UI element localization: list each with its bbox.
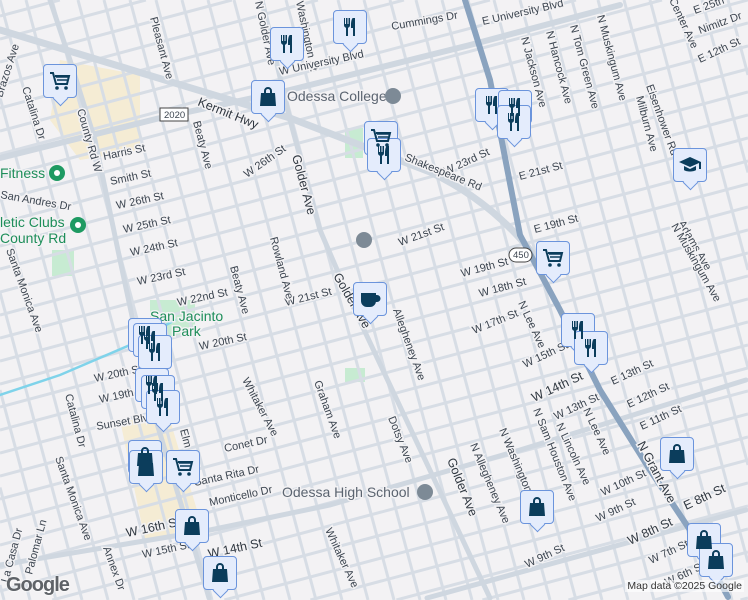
school-marker[interactable] — [673, 148, 707, 182]
shopping-cart-icon — [173, 458, 194, 476]
place-label-athletic-clubs-2: County Rd — [0, 230, 66, 246]
shopping-bag-icon — [708, 550, 724, 569]
street-label: Pleasant Ave — [147, 16, 175, 81]
school-pin-icon[interactable] — [417, 484, 433, 500]
place-label-odessa-high-school: Odessa High School — [282, 484, 410, 500]
shopping-bag-marker[interactable] — [129, 450, 163, 484]
school-pin-icon[interactable] — [356, 232, 372, 248]
school-pin-icon[interactable] — [385, 88, 401, 104]
route-2020-label: 2020 — [164, 110, 185, 121]
restaurant-marker[interactable] — [497, 105, 531, 139]
restaurant-icon — [508, 113, 519, 131]
route-450-label: 450 — [513, 250, 529, 261]
school-icon — [679, 157, 701, 172]
shopping-bag-icon — [529, 497, 545, 516]
shopping-cart-marker[interactable] — [536, 241, 570, 275]
restaurant-marker[interactable] — [367, 138, 401, 172]
shopping-bag-marker[interactable] — [175, 509, 209, 543]
coffee-marker[interactable] — [353, 282, 387, 316]
gym-pin-dot — [75, 222, 81, 228]
restaurant-marker[interactable] — [270, 27, 304, 61]
restaurant-icon — [378, 146, 389, 164]
restaurant-icon — [344, 18, 355, 36]
map-attribution[interactable]: Map data ©2025 Google — [625, 580, 744, 592]
restaurant-marker[interactable] — [333, 10, 367, 44]
place-label-athletic-clubs: letic Clubs — [0, 214, 65, 230]
street-line — [0, 584, 6, 600]
shopping-bag-icon — [260, 87, 276, 106]
place-label-fitness: Fitness — [0, 165, 45, 181]
street-label: N Washington — [496, 426, 534, 494]
shopping-bag-marker[interactable] — [251, 80, 285, 114]
street-label: San Andres Dr — [0, 189, 72, 213]
street-label: W 17th St — [471, 308, 520, 337]
street-label: W 25th St — [122, 214, 172, 236]
gym-pin-dot — [54, 170, 60, 176]
shopping-bag-icon — [184, 516, 200, 535]
restaurant-marker[interactable] — [138, 335, 172, 369]
street-label: Rowland Ave — [267, 236, 295, 301]
shopping-bag-marker[interactable] — [203, 556, 237, 590]
shopping-cart-icon — [543, 249, 564, 267]
restaurant-icon — [585, 339, 596, 357]
street-label: Palomar Ln — [23, 518, 49, 575]
restaurant-icon — [281, 35, 292, 53]
restaurant-icon — [149, 343, 160, 361]
shopping-bag-marker[interactable] — [660, 437, 694, 471]
restaurant-marker[interactable] — [146, 390, 180, 424]
shopping-bag-icon — [138, 457, 154, 476]
shopping-bag-marker[interactable] — [699, 543, 733, 577]
street-label: N Hancock Ave — [543, 30, 574, 106]
restaurant-marker[interactable] — [574, 331, 608, 365]
street-label: E 8th St — [681, 481, 728, 513]
place-label-san-jacinto-park-2: Park — [172, 323, 202, 339]
place-label-odessa-college: Odessa College — [287, 88, 387, 104]
shopping-bag-icon — [212, 563, 228, 582]
shopping-cart-marker[interactable] — [166, 450, 200, 484]
restaurant-icon — [486, 96, 497, 114]
shopping-bag-marker[interactable] — [520, 490, 554, 524]
google-logo: Google — [6, 574, 70, 596]
street-label: Elm — [177, 428, 193, 449]
street-label: Whitaker Ave — [322, 526, 360, 590]
shopping-cart-icon — [50, 72, 71, 90]
shopping-bag-icon — [669, 444, 685, 463]
coffee-icon — [361, 293, 381, 307]
restaurant-icon — [157, 398, 168, 416]
shopping-cart-marker[interactable] — [43, 64, 77, 98]
street-label: N Muskingum Ave — [594, 14, 628, 103]
